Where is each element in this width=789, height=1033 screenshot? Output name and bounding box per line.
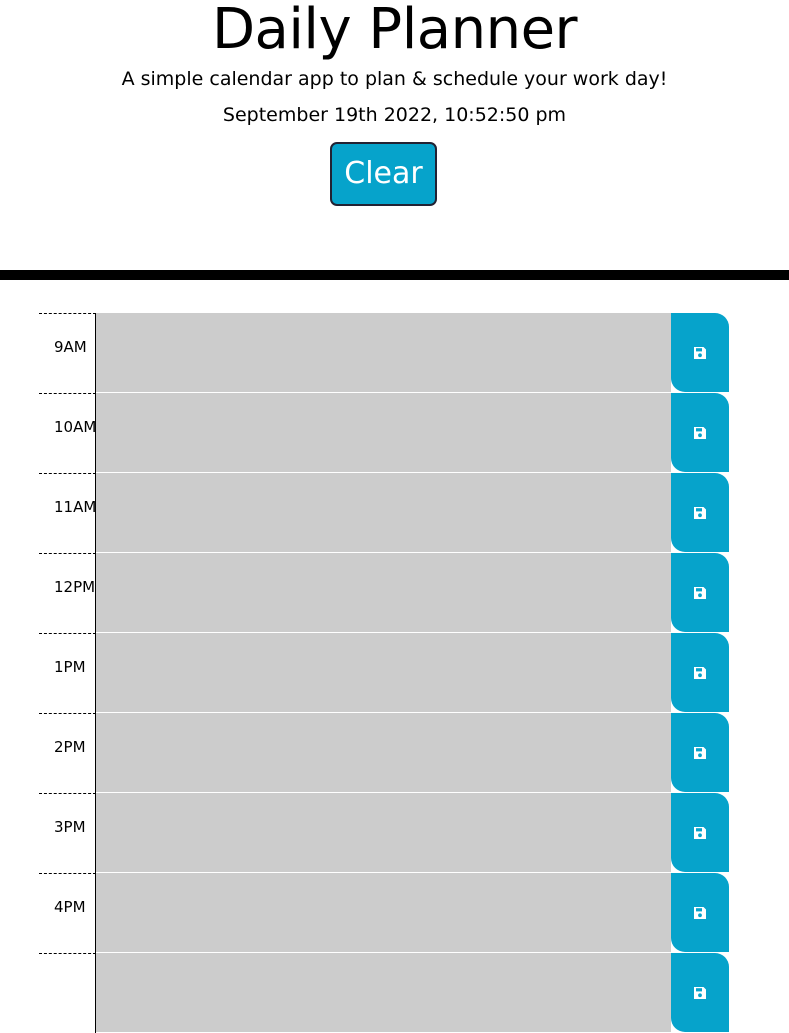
save-button[interactable] [671, 793, 729, 872]
task-input[interactable] [96, 713, 671, 793]
page-header: Daily Planner A simple calendar app to p… [0, 0, 789, 270]
floppy-disk-icon [693, 586, 707, 600]
time-block-row: 11AM [39, 473, 729, 553]
save-button[interactable] [671, 633, 729, 712]
current-datetime: September 19th 2022, 10:52:50 pm [222, 104, 567, 126]
save-button[interactable] [671, 713, 729, 792]
floppy-disk-icon [693, 426, 707, 440]
save-button[interactable] [671, 473, 729, 552]
time-block-row: 12PM [39, 553, 729, 633]
floppy-disk-icon [693, 666, 707, 680]
floppy-disk-icon [693, 506, 707, 520]
task-input[interactable] [96, 873, 671, 953]
task-input[interactable] [96, 473, 671, 553]
task-input[interactable] [96, 793, 671, 873]
time-block-row: 1PM [39, 633, 729, 713]
hour-label: 9AM [39, 313, 96, 393]
hour-label: 10AM [39, 393, 96, 473]
task-input[interactable] [96, 953, 671, 1033]
time-block-row: 9AM [39, 313, 729, 393]
header-divider [0, 270, 789, 280]
time-block-list: 9AM 10AM 11AM 12PM 1PM 2PM 3PM 4PM [39, 313, 729, 1033]
save-button[interactable] [671, 873, 729, 952]
time-block-row: 10AM [39, 393, 729, 473]
hour-label [39, 953, 96, 1033]
task-input[interactable] [96, 393, 671, 473]
page-title: Daily Planner [211, 0, 578, 62]
task-input[interactable] [96, 313, 671, 393]
floppy-disk-icon [693, 826, 707, 840]
save-button[interactable] [671, 953, 729, 1032]
hour-label: 1PM [39, 633, 96, 713]
save-button[interactable] [671, 393, 729, 472]
time-block-row [39, 953, 729, 1033]
task-input[interactable] [96, 553, 671, 633]
page-subtitle: A simple calendar app to plan & schedule… [121, 68, 668, 90]
floppy-disk-icon [693, 346, 707, 360]
save-button[interactable] [671, 553, 729, 632]
save-button[interactable] [671, 313, 729, 392]
floppy-disk-icon [693, 986, 707, 1000]
hour-label: 3PM [39, 793, 96, 873]
hour-label: 12PM [39, 553, 96, 633]
hour-label: 4PM [39, 873, 96, 953]
floppy-disk-icon [693, 906, 707, 920]
hour-label: 11AM [39, 473, 96, 553]
time-block-row: 3PM [39, 793, 729, 873]
task-input[interactable] [96, 633, 671, 713]
floppy-disk-icon [693, 746, 707, 760]
hour-label: 2PM [39, 713, 96, 793]
clear-button[interactable]: Clear [330, 142, 437, 206]
time-block-row: 2PM [39, 713, 729, 793]
time-block-row: 4PM [39, 873, 729, 953]
